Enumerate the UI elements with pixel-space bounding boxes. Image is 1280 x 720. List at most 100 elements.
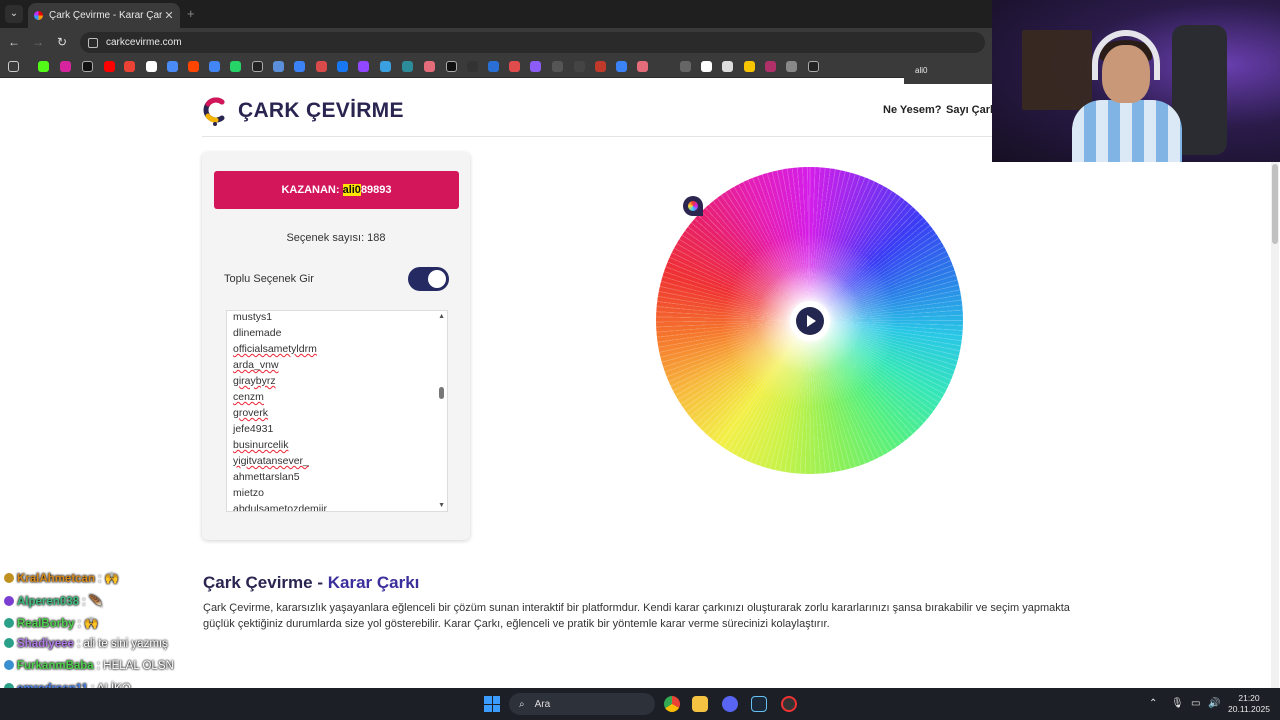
option-count: Seçenek sayısı: 188 <box>286 232 386 244</box>
microphone-icon[interactable]: 🎙 <box>1171 698 1184 709</box>
chat-message: KralAhmetcan : 🙌 <box>4 571 119 585</box>
webcam-overlay <box>992 0 1280 162</box>
chrome-app-icon[interactable] <box>664 696 680 712</box>
tray-clock[interactable]: 21:20 20.11.2025 <box>1228 693 1270 715</box>
apps-grid-icon[interactable] <box>8 61 19 72</box>
bookmark-reddit-icon[interactable] <box>188 61 199 72</box>
article-title-main: Çark Çevirme - <box>203 573 328 592</box>
bookmark-bird-icon[interactable] <box>380 61 391 72</box>
chat-username: KralAhmetcan <box>17 573 95 585</box>
bookmark-k-icon[interactable] <box>765 61 776 72</box>
bookmark-pink-icon[interactable] <box>637 61 648 72</box>
page-scrollbar-thumb[interactable] <box>1272 164 1278 244</box>
url-bar[interactable]: carkcevirme.com <box>80 32 985 53</box>
bookmark-house-icon[interactable] <box>786 61 797 72</box>
close-tab-icon[interactable]: ✕ <box>162 9 176 22</box>
bookmark-stack-icon[interactable] <box>722 61 733 72</box>
play-icon <box>807 315 816 327</box>
chat-username: FurkanmBaba <box>17 660 94 672</box>
bookmark-site-icon[interactable] <box>294 61 305 72</box>
scroll-down-arrow-icon[interactable]: ▼ <box>438 502 445 509</box>
chat-badge-icon <box>4 638 14 648</box>
bulk-entry-toggle[interactable] <box>408 267 449 291</box>
windows-start-icon[interactable] <box>484 696 500 712</box>
bookmark-ball-icon[interactable] <box>424 61 435 72</box>
chat-text: : HELAL OLSN <box>93 660 174 672</box>
steam-app-icon[interactable] <box>751 696 767 712</box>
network-icon[interactable]: ▭ <box>1191 698 1200 709</box>
windows-taskbar: ⌕ Ara <box>0 688 1280 720</box>
bookmark-minus-icon[interactable] <box>680 61 691 72</box>
overlay-note: ali0 <box>904 56 994 84</box>
bookmark-globe-icon[interactable] <box>701 61 712 72</box>
bookmark-whatsapp-icon[interactable] <box>230 61 241 72</box>
bookmark-drive-icon[interactable] <box>167 61 178 72</box>
bookmark-translate-icon[interactable] <box>209 61 220 72</box>
nav-link-ne-yesem[interactable]: Ne Yesem? <box>883 104 942 116</box>
headphones-icon <box>1092 30 1160 80</box>
bookmark-play-icon[interactable] <box>467 61 478 72</box>
tray-chevron-icon[interactable]: ⌃ <box>1149 698 1157 709</box>
chat-message: Shadiyeee : ali te sini yazmış <box>4 638 168 650</box>
bookmark-gray-icon[interactable] <box>552 61 563 72</box>
nav-link-sayi-carki[interactable]: Sayı Çarkı <box>946 104 992 116</box>
volume-icon[interactable]: 🔊 <box>1208 698 1220 709</box>
chat-text: : 🙌 <box>94 573 119 585</box>
bookmark-purple-icon[interactable] <box>530 61 541 72</box>
bookmark-bars-icon[interactable] <box>595 61 606 72</box>
chat-badge-icon <box>4 573 14 583</box>
bookmark-link-icon[interactable] <box>273 61 284 72</box>
bookmark-red-icon[interactable] <box>509 61 520 72</box>
bookmark-chart-icon[interactable] <box>402 61 413 72</box>
bookmark-facebook-icon[interactable] <box>337 61 348 72</box>
option-item: officialsametyldrm <box>233 343 317 355</box>
spin-play-button[interactable] <box>796 307 824 335</box>
options-scrollbar-thumb[interactable] <box>439 387 444 399</box>
chat-username: Alperen038 <box>17 596 80 608</box>
bookmark-google-icon[interactable] <box>146 61 157 72</box>
bookmark-dark-icon[interactable] <box>574 61 585 72</box>
page-scrollbar[interactable] <box>1271 162 1279 688</box>
site-favicon-icon <box>34 11 43 20</box>
bookmark-twitch-icon[interactable] <box>358 61 369 72</box>
article-title-accent: Karar Çarkı <box>327 573 420 592</box>
tab-search-menu-button[interactable]: ⌄ <box>5 5 23 23</box>
discord-app-icon[interactable] <box>722 696 738 712</box>
scroll-up-arrow-icon[interactable]: ▲ <box>438 313 445 320</box>
forward-arrow-icon[interactable]: → <box>30 34 46 50</box>
bookmark-steam-icon[interactable] <box>252 61 263 72</box>
bookmark-kick-icon[interactable] <box>38 61 49 72</box>
chat-badge-icon <box>4 596 14 606</box>
reload-icon[interactable]: ↻ <box>54 34 70 50</box>
bookmark-mail-icon[interactable] <box>316 61 327 72</box>
bookmark-x-icon[interactable] <box>82 61 93 72</box>
winner-banner: KAZANAN: ali0 89893 <box>214 171 459 209</box>
bookmark-blue-icon[interactable] <box>616 61 627 72</box>
file-explorer-icon[interactable] <box>692 696 708 712</box>
browser-tab[interactable]: Çark Çevirme - Karar Çarkı ✕ <box>28 3 180 28</box>
site-info-icon[interactable] <box>88 37 98 48</box>
option-item: jefe4931 <box>233 423 274 435</box>
taskbar-search[interactable]: ⌕ Ara <box>509 693 655 715</box>
recording-app-icon[interactable] <box>781 696 797 712</box>
chat-text: : ali te sini yazmış <box>73 638 168 650</box>
bookmark-instagram-icon[interactable] <box>60 61 71 72</box>
options-textarea[interactable]: mustys1 dlinemade officialsametyldrm arda_v… <box>226 310 448 512</box>
chat-badge-icon <box>4 618 14 628</box>
bookmark-doc-icon[interactable] <box>488 61 499 72</box>
new-tab-button[interactable]: + <box>187 6 195 21</box>
site-logo-icon[interactable] <box>202 96 228 126</box>
chat-text: : 🪶 <box>79 596 103 608</box>
chat-message: Alperen038 : 🪶 <box>4 594 103 608</box>
back-arrow-icon[interactable]: ← <box>6 34 22 50</box>
tray-date: 20.11.2025 <box>1228 704 1270 714</box>
site-title[interactable]: ÇARK ÇEVİRME <box>238 99 404 123</box>
bookmark-youtube-icon[interactable] <box>104 61 115 72</box>
chat-username: Shadiyeee <box>17 638 74 650</box>
bookmark-100-icon[interactable] <box>808 61 819 72</box>
winner-rest: 89893 <box>360 184 392 196</box>
bookmark-gmail-icon[interactable] <box>124 61 135 72</box>
bookmark-pacman-icon[interactable] <box>744 61 755 72</box>
bookmark-b-icon[interactable] <box>446 61 457 72</box>
toggle-knob <box>428 270 446 288</box>
